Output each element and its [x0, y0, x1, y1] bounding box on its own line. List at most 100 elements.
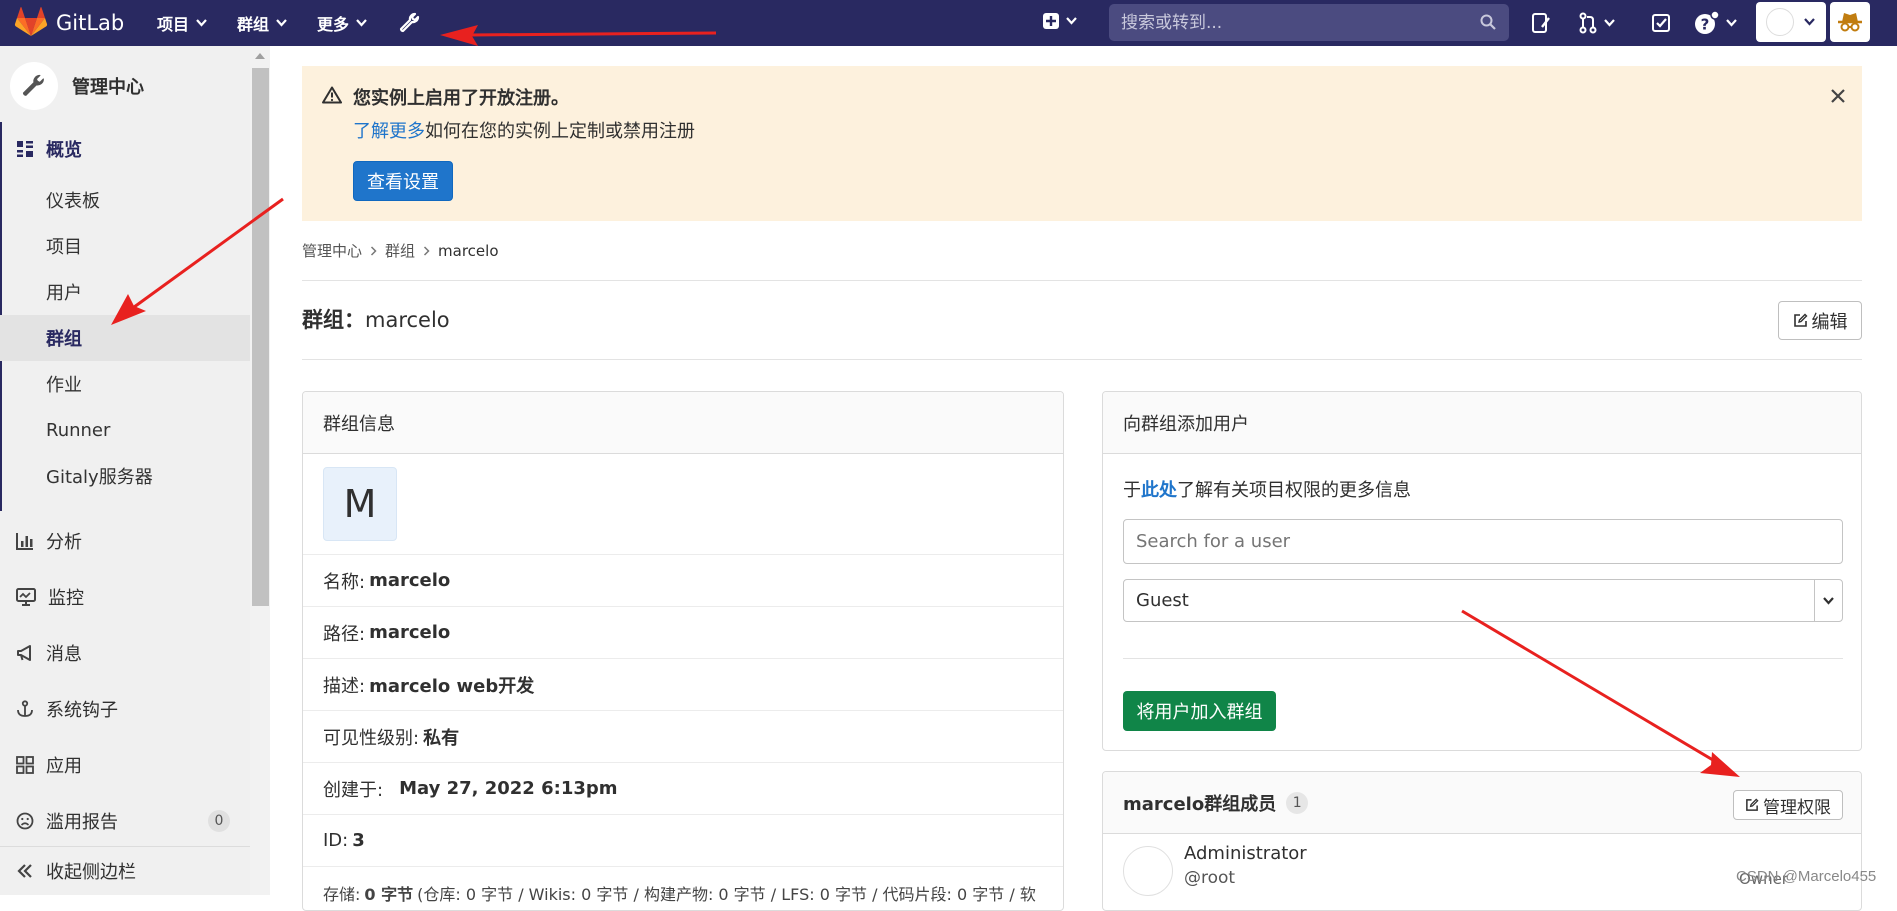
search-input[interactable] — [1121, 12, 1461, 33]
info-label: 名称: — [323, 571, 366, 593]
todos-icon[interactable] — [1650, 12, 1672, 34]
chevron-down-icon — [196, 19, 207, 27]
info-row-path: 路径: marcelo — [303, 606, 1063, 658]
info-value: 私有 — [423, 727, 460, 749]
sidebar-item-gitaly[interactable]: Gitaly服务器 — [0, 453, 250, 499]
info-row-name: 名称: marcelo — [303, 554, 1063, 606]
sad-face-icon — [16, 812, 34, 830]
sidebar-item-hooks[interactable]: 系统钩子 — [0, 684, 250, 734]
svg-text:?: ? — [1701, 16, 1710, 34]
sidebar-item-label: Gitaly服务器 — [46, 467, 153, 488]
nav-projects[interactable]: 项目 — [157, 0, 207, 46]
sidebar-item-analytics[interactable]: 分析 — [0, 516, 250, 566]
user-menu[interactable] — [1756, 2, 1826, 42]
admin-wrench-icon[interactable] — [398, 11, 422, 35]
sidebar-item-projects[interactable]: 项目 — [0, 223, 250, 269]
user-search-input[interactable] — [1136, 531, 1826, 552]
edit-button[interactable]: 编辑 — [1778, 301, 1862, 340]
sidebar-item-label: 群组 — [46, 329, 82, 350]
nav-groups-label: 群组 — [237, 15, 270, 34]
chart-icon — [16, 533, 33, 550]
panel-title: 群组信息 — [323, 413, 395, 435]
brand-name[interactable]: GitLab — [56, 0, 124, 46]
breadcrumb-current[interactable]: marcelo — [438, 242, 498, 260]
permissions-help-link[interactable]: 此处 — [1141, 480, 1177, 501]
info-value: 3 — [352, 830, 365, 851]
sidebar-item-jobs[interactable]: 作业 — [0, 361, 250, 407]
admin-sidebar: 管理中心 概览 仪表板 项目 用户 群组 作业 Runner Gitaly服务器… — [0, 46, 250, 895]
info-value: marcelo — [369, 570, 451, 591]
add-to-group-button[interactable]: 将用户加入群组 — [1123, 691, 1276, 731]
group-members-panel: marcelo群组成员 1 管理权限 Administrator @root O… — [1102, 771, 1862, 911]
search-box[interactable] — [1109, 4, 1509, 41]
chevron-right-icon — [424, 245, 430, 256]
nav-more-label: 更多 — [317, 15, 350, 34]
permissions-help: 于此处了解有关项目权限的更多信息 — [1123, 476, 1411, 502]
info-row-storage: 存储: 0 字节 (仓库: 0 字节 / Wikis: 0 字节 / 构建产物: 0… — [303, 866, 1063, 910]
breadcrumb: 管理中心 群组 marcelo — [302, 240, 499, 261]
view-settings-button[interactable]: 查看设置 — [353, 161, 453, 201]
user-search-field[interactable] — [1123, 519, 1843, 564]
collapse-sidebar-button[interactable]: 收起侧边栏 — [0, 847, 250, 895]
manage-permissions-button[interactable]: 管理权限 — [1733, 790, 1843, 820]
add-user-header: 向群组添加用户 — [1103, 392, 1861, 454]
sidebar-item-monitoring[interactable]: 监控 — [0, 572, 250, 622]
sidebar-scrollbar-thumb[interactable] — [252, 68, 269, 606]
apps-grid-icon — [16, 756, 34, 774]
sidebar-item-label: 分析 — [46, 532, 82, 553]
sidebar-item-overview[interactable]: 概览 — [0, 124, 250, 174]
close-icon[interactable] — [1830, 88, 1846, 104]
sidebar-item-label: 滥用报告 — [46, 812, 118, 833]
admin-mode-icon[interactable] — [1830, 2, 1870, 42]
member-name[interactable]: Administrator — [1184, 843, 1307, 864]
anchor-icon — [17, 700, 33, 717]
learn-more-link[interactable]: 了解更多 — [353, 121, 425, 142]
sidebar-item-runners[interactable]: Runner — [0, 407, 250, 453]
edit-icon — [1793, 313, 1807, 327]
avatar — [1766, 8, 1794, 36]
chevron-down-icon — [1726, 19, 1737, 27]
member-avatar[interactable] — [1123, 846, 1173, 896]
nav-groups[interactable]: 群组 — [237, 0, 287, 46]
alert-text: 如何在您的实例上定制或禁用注册 — [425, 121, 695, 142]
issues-icon[interactable] — [1530, 12, 1552, 34]
sidebar-title: 管理中心 — [72, 77, 144, 98]
chevron-down-icon — [1604, 19, 1615, 27]
collapse-label: 收起侧边栏 — [46, 862, 136, 883]
group-info-panel: 群组信息 M 名称: marcelo 路径: marcelo 描述: marcelo … — [302, 391, 1064, 911]
sidebar-item-label: 用户 — [46, 283, 82, 304]
sidebar-item-applications[interactable]: 应用 — [0, 740, 250, 790]
top-navbar: GitLab 项目 群组 更多 ? — [0, 0, 1897, 46]
new-item-dropdown[interactable] — [1042, 12, 1077, 30]
info-value: May 27, 2022 6:13pm — [399, 778, 618, 799]
info-label: ID: — [323, 830, 349, 851]
role-select[interactable]: Guest — [1123, 579, 1843, 622]
page-title-name: marcelo — [365, 308, 450, 332]
sidebar-item-dashboard[interactable]: 仪表板 — [0, 177, 250, 223]
breadcrumb-admin[interactable]: 管理中心 — [302, 240, 362, 261]
sidebar-item-groups[interactable]: 群组 — [0, 315, 250, 361]
info-row-description: 描述: marcelo web开发 — [303, 658, 1063, 710]
search-icon — [1480, 14, 1496, 30]
open-registration-alert: 您实例上启用了开放注册。 了解更多如何在您的实例上定制或禁用注册 查看设置 — [302, 66, 1862, 221]
info-label: 存储: — [323, 884, 361, 904]
role-select-toggle[interactable] — [1814, 580, 1842, 621]
scroll-up-arrow-icon[interactable] — [255, 53, 265, 59]
merge-requests-dropdown[interactable] — [1578, 12, 1615, 34]
gitlab-logo-icon[interactable] — [14, 6, 48, 38]
overview-icon — [17, 141, 33, 157]
sidebar-item-label: 作业 — [46, 375, 82, 396]
sidebar-item-abuse-reports[interactable]: 滥用报告 0 — [0, 796, 250, 846]
breadcrumb-groups[interactable]: 群组 — [385, 240, 415, 261]
admin-avatar — [10, 62, 58, 110]
nav-more[interactable]: 更多 — [317, 0, 367, 46]
sidebar-item-label: 监控 — [48, 588, 84, 609]
sidebar-header[interactable]: 管理中心 — [10, 62, 144, 110]
info-label: 描述: — [323, 675, 366, 697]
panel-title: 向群组添加用户 — [1123, 413, 1249, 435]
help-dropdown[interactable]: ? — [1694, 10, 1737, 36]
help-icon: ? — [1695, 10, 1720, 34]
sidebar-item-users[interactable]: 用户 — [0, 269, 250, 315]
nav-projects-label: 项目 — [157, 15, 190, 34]
sidebar-item-messages[interactable]: 消息 — [0, 628, 250, 678]
